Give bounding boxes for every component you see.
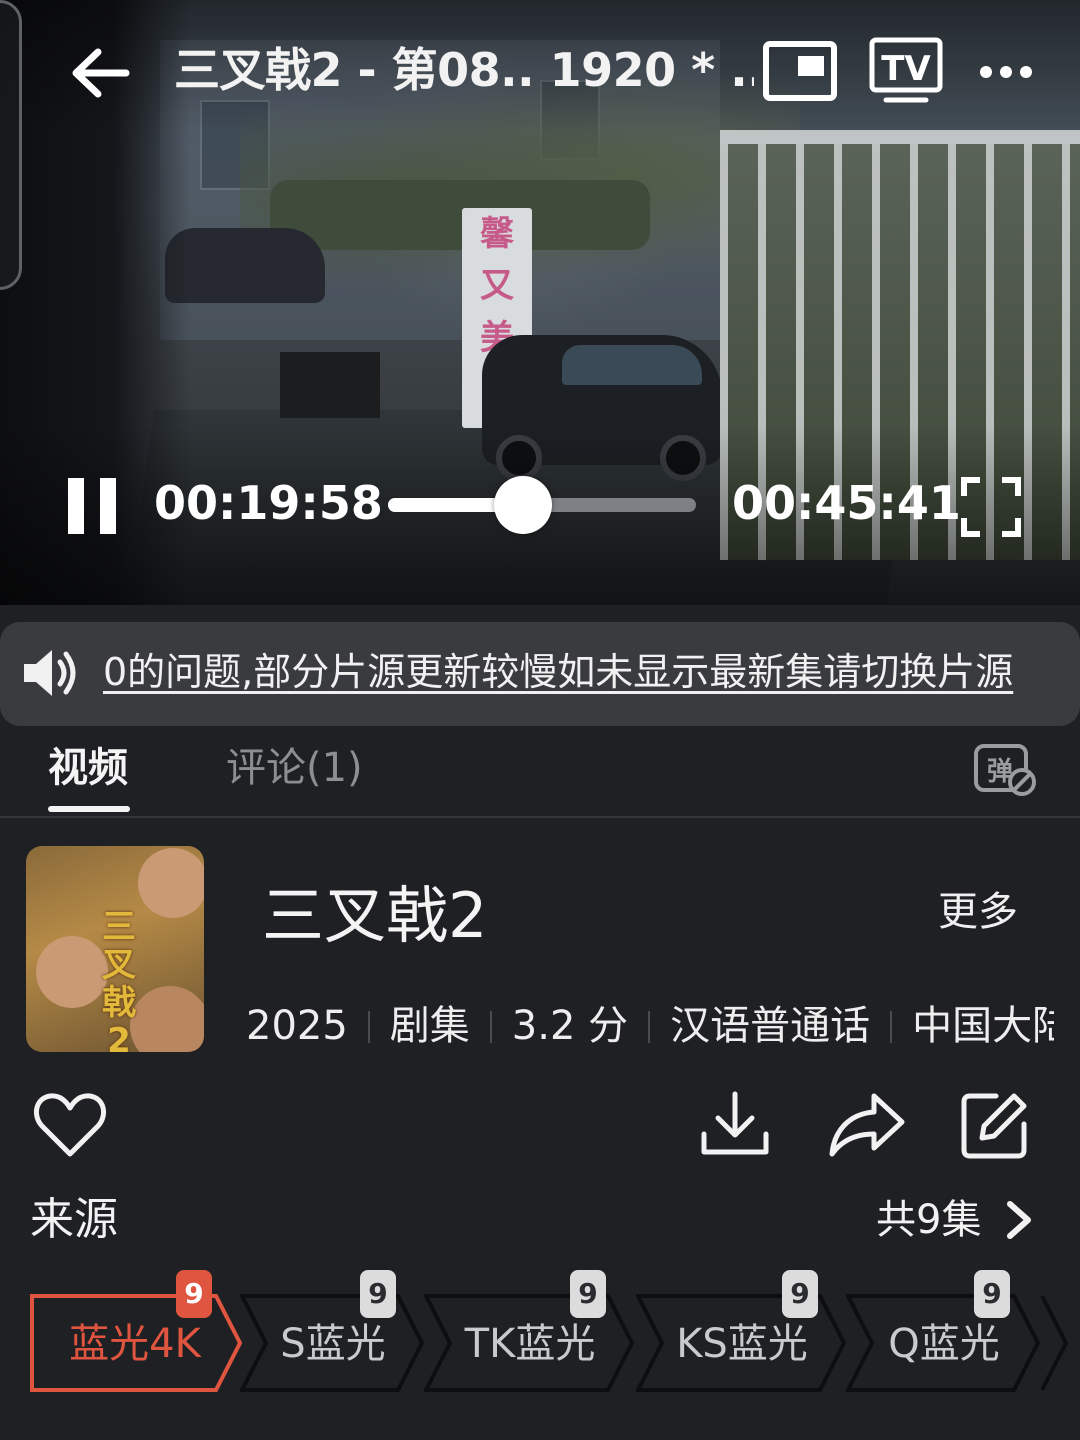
- tv-icon-label: TV: [881, 49, 931, 89]
- fullscreen-icon: [961, 477, 1021, 537]
- fullscreen-button[interactable]: [960, 476, 1022, 538]
- favorite-button[interactable]: [32, 1090, 108, 1160]
- meta-divider: [648, 1011, 651, 1043]
- heart-icon: [33, 1093, 107, 1157]
- source-section-title: 来源: [30, 1194, 118, 1245]
- poster-title: 三叉戟2: [102, 907, 136, 1052]
- cast-tv-button[interactable]: TV: [868, 36, 944, 106]
- source-badge: 9: [360, 1270, 396, 1318]
- source-option-ks-bluray[interactable]: 9 KS蓝光: [636, 1270, 848, 1392]
- video-title: 三叉戟2 - 第08.. 1920 * ...: [174, 43, 754, 97]
- download-icon: [701, 1091, 769, 1155]
- tab-video[interactable]: 视频: [48, 740, 128, 796]
- arrow-left-icon: [72, 48, 130, 98]
- total-time: 00:45:41: [732, 476, 961, 530]
- seek-bar[interactable]: [388, 476, 696, 534]
- source-option-label: TK蓝光: [464, 1321, 596, 1367]
- announcement-text[interactable]: 0的问题,部分片源更新较慢如未显示最新集请切换片源: [103, 644, 1069, 700]
- meta-region: 中国大陆: [912, 1003, 1054, 1049]
- show-title: 三叉戟2: [262, 879, 488, 952]
- source-badge: 9: [176, 1270, 212, 1318]
- show-meta: 2025 剧集 3.2 分汉语普通话 中国大陆: [246, 998, 1054, 1054]
- show-poster[interactable]: 三叉戟2: [26, 846, 204, 1052]
- video-player[interactable]: 馨 又 美 三叉戟2 - 第08.. 1920 * ... TV: [0, 0, 1080, 605]
- source-option-label: KS蓝光: [676, 1321, 808, 1367]
- seek-bar-handle[interactable]: [493, 476, 552, 534]
- meta-type: 剧集: [389, 1003, 470, 1049]
- source-option-partial[interactable]: [1040, 1294, 1080, 1392]
- share-arrow-icon: [829, 1093, 905, 1157]
- source-list: 9 蓝光4K 9 S蓝光 9 TK蓝光 9 KS蓝光 9 Q蓝光: [0, 1268, 1080, 1398]
- pause-button[interactable]: [64, 478, 120, 534]
- meta-rating: 3.2 分: [511, 1003, 629, 1049]
- content-tabs: 视频 评论(1) 弹: [0, 730, 1080, 818]
- player-top-bar: 三叉戟2 - 第08.. 1920 * ... TV: [0, 28, 1080, 118]
- edit-pencil-icon: [961, 1093, 1027, 1159]
- source-option-q-bluray[interactable]: 9 Q蓝光: [846, 1270, 1042, 1392]
- pause-icon: [68, 478, 84, 534]
- tab-comments[interactable]: 评论(1): [226, 740, 363, 796]
- chevron-right-icon[interactable]: [1002, 1200, 1036, 1240]
- meta-language: 汉语普通话: [670, 1003, 871, 1049]
- speaker-icon: [24, 650, 76, 696]
- source-badge: 9: [974, 1270, 1010, 1318]
- download-button[interactable]: [698, 1090, 772, 1160]
- source-option-label: Q蓝光: [888, 1321, 1000, 1367]
- current-time: 00:19:58: [154, 476, 383, 530]
- danmaku-toggle-button[interactable]: 弹: [972, 742, 1038, 798]
- tv-icon: TV: [869, 37, 943, 103]
- source-option-tk-bluray[interactable]: 9 TK蓝光: [424, 1270, 636, 1392]
- meta-divider: [489, 1011, 492, 1043]
- player-controls: 00:19:58 00:45:41: [0, 470, 1080, 540]
- more-options-button[interactable]: [978, 52, 1034, 92]
- source-option-bluray-4k[interactable]: 9 蓝光4K: [30, 1270, 244, 1392]
- poster-face: [138, 848, 204, 918]
- episode-count-link[interactable]: 共9集: [876, 1194, 981, 1246]
- source-tab-shape: [1040, 1295, 1069, 1391]
- more-info-link[interactable]: 更多: [938, 888, 1018, 936]
- edit-button[interactable]: [960, 1090, 1030, 1160]
- source-badge: 9: [782, 1270, 818, 1318]
- picture-in-picture-icon: [763, 41, 837, 101]
- back-button[interactable]: [66, 38, 136, 108]
- meta-divider: [367, 1011, 370, 1043]
- source-badge: 9: [570, 1270, 606, 1318]
- meta-divider: [890, 1011, 893, 1043]
- meta-year: 2025: [246, 1003, 348, 1049]
- tab-active-indicator: [48, 806, 130, 812]
- pause-icon: [100, 478, 116, 534]
- announcement-bar[interactable]: 0的问题,部分片源更新较慢如未显示最新集请切换片源: [0, 622, 1080, 726]
- picture-in-picture-button[interactable]: [762, 40, 838, 102]
- source-option-label: 蓝光4K: [69, 1321, 201, 1367]
- danmaku-off-icon: 弹: [974, 744, 1036, 796]
- source-option-s-bluray[interactable]: 9 S蓝光: [240, 1270, 426, 1392]
- share-button[interactable]: [828, 1090, 908, 1160]
- source-option-label: S蓝光: [280, 1321, 386, 1367]
- more-dots-icon: [980, 66, 1032, 78]
